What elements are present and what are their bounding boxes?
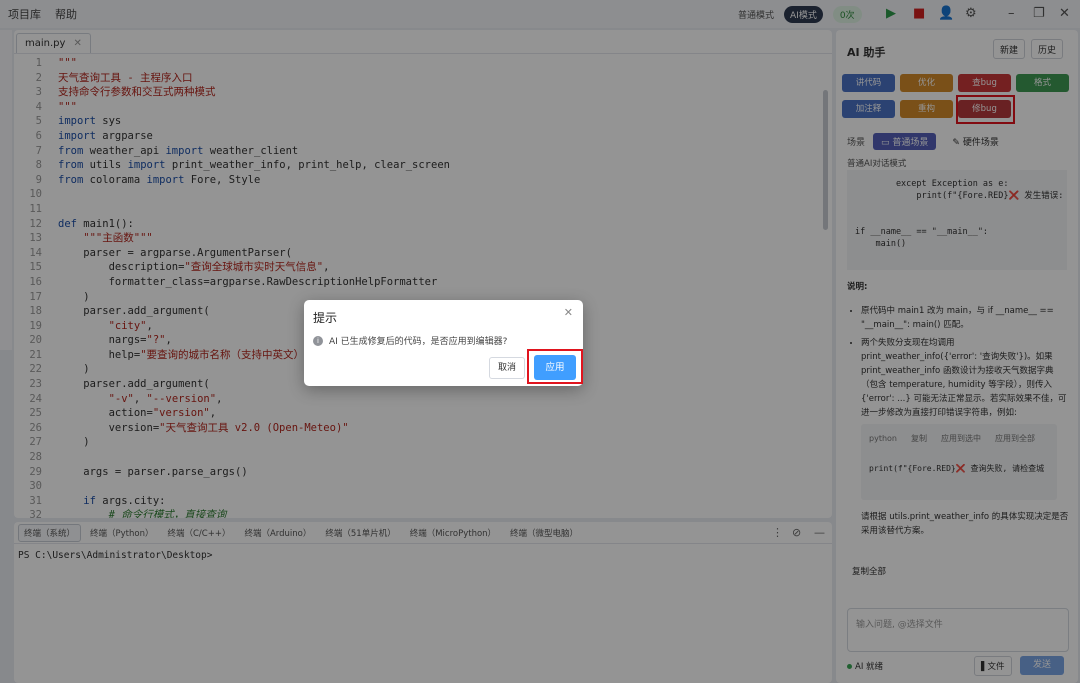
dialog-message-row: i AI 已生成修复后的代码，是否应用到编辑器? (313, 334, 507, 347)
info-icon: i (313, 335, 323, 346)
dialog-message: AI 已生成修复后的代码，是否应用到编辑器? (329, 337, 508, 347)
close-icon[interactable]: ✕ (564, 306, 573, 319)
highlight-apply (527, 349, 583, 384)
dialog-title: 提示 (313, 311, 338, 325)
cancel-button[interactable]: 取消 (489, 357, 525, 379)
